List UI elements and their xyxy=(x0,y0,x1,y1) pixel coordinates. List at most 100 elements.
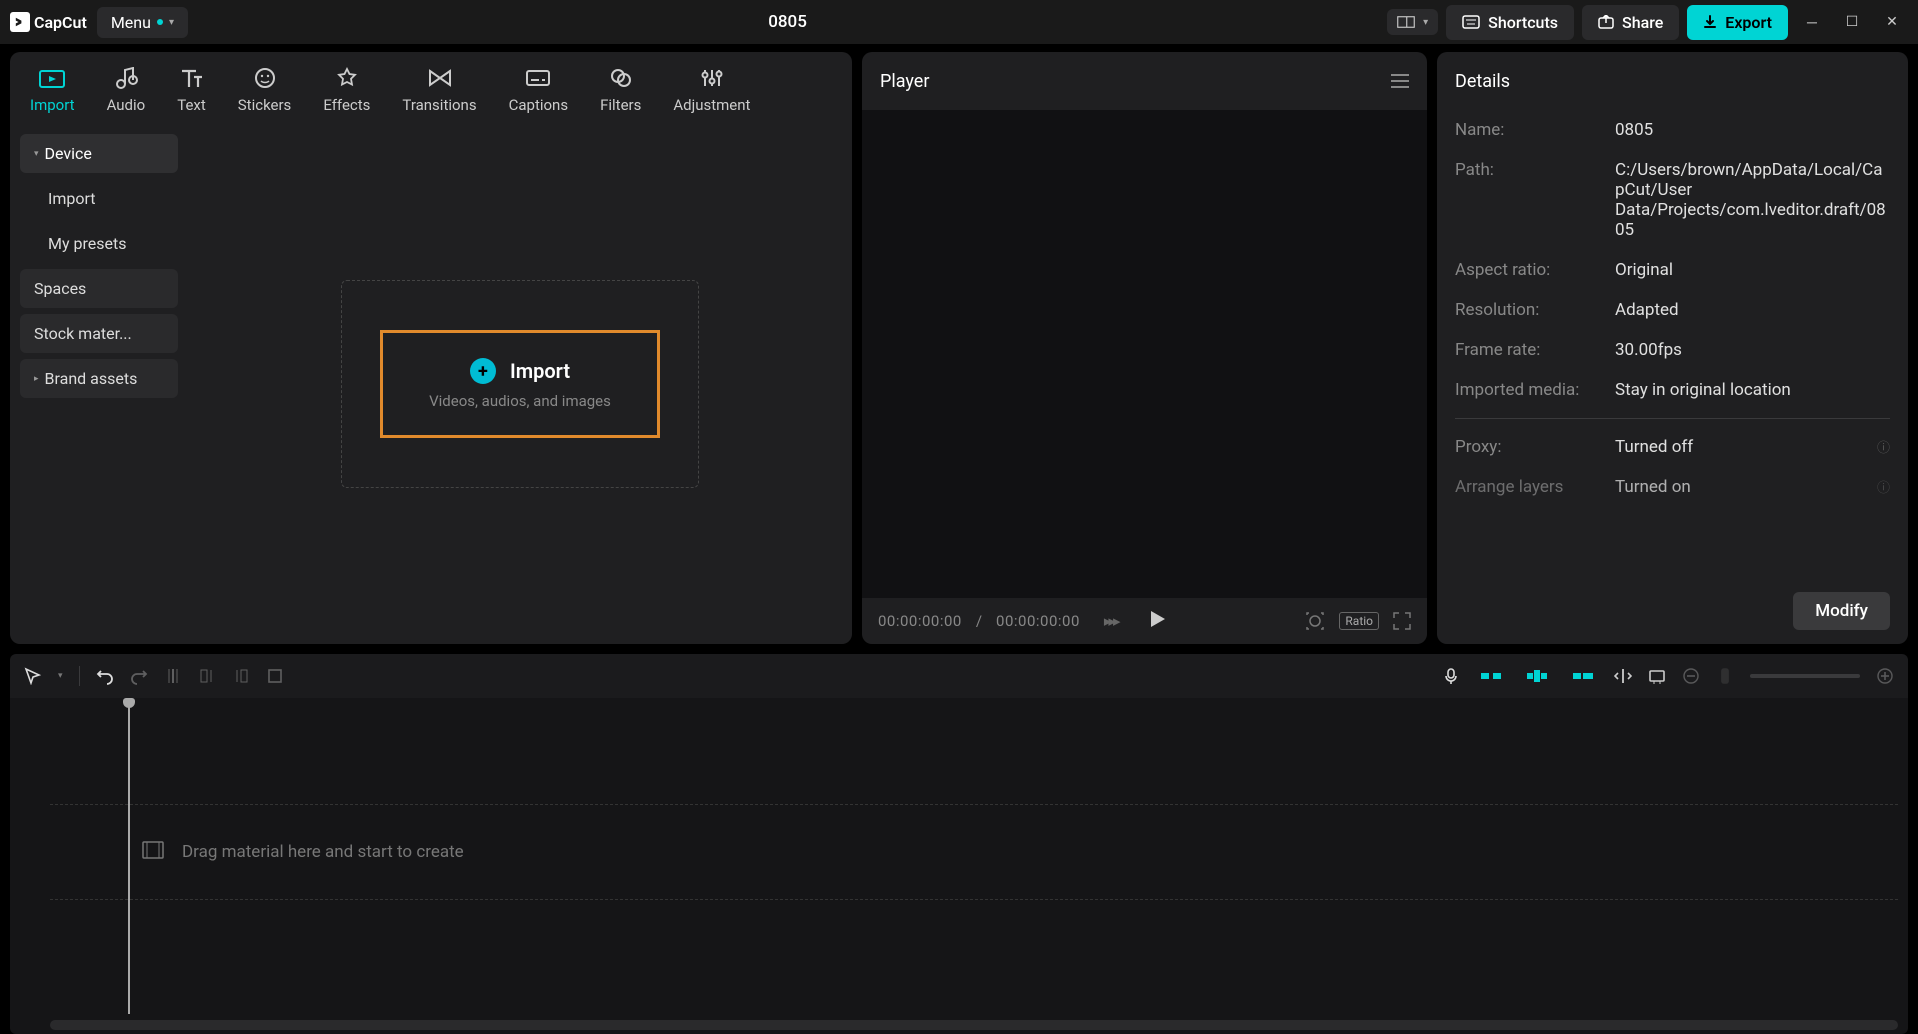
details-body: Name:0805 Path:C:/Users/brown/AppData/Lo… xyxy=(1437,110,1908,507)
tab-label: Captions xyxy=(509,96,568,114)
expand-down-icon: ▾ xyxy=(34,149,39,159)
tab-adjustment[interactable]: Adjustment xyxy=(673,66,750,114)
zoom-slider[interactable] xyxy=(1750,674,1860,678)
fullscreen-button[interactable] xyxy=(1393,612,1411,630)
modify-button[interactable]: Modify xyxy=(1793,592,1890,630)
import-drop-row: + Import xyxy=(470,358,570,384)
window-minimize-button[interactable]: ─ xyxy=(1796,6,1828,38)
menu-button[interactable]: Menu ▾ xyxy=(97,7,188,38)
snap-all-button[interactable] xyxy=(1522,665,1552,687)
tab-captions[interactable]: Captions xyxy=(509,66,568,114)
window-maximize-button[interactable]: ☐ xyxy=(1836,6,1868,38)
auto-snap-button[interactable] xyxy=(1614,667,1632,685)
tab-transitions[interactable]: Transitions xyxy=(402,66,476,114)
layout-preset-button[interactable]: ▾ xyxy=(1387,9,1438,35)
split-button[interactable] xyxy=(164,667,182,685)
capcut-icon xyxy=(10,12,30,32)
import-subtitle: Videos, audios, and images xyxy=(429,392,611,410)
sidebar-item-my-presets[interactable]: My presets xyxy=(20,224,178,263)
player-ratio-button[interactable]: Ratio xyxy=(1339,612,1379,630)
sidebar-item-import[interactable]: Import xyxy=(20,179,178,218)
import-tab-icon xyxy=(39,66,65,90)
sidebar-item-brand-assets[interactable]: ▸ Brand assets xyxy=(20,359,178,398)
player-menu-button[interactable] xyxy=(1391,74,1409,88)
tab-label: Filters xyxy=(600,96,641,114)
share-icon xyxy=(1598,15,1614,29)
player-time-total: 00:00:00:00 xyxy=(996,612,1080,630)
info-icon[interactable]: ⓘ xyxy=(1877,477,1890,497)
timeline-scrollbar[interactable] xyxy=(50,1020,1898,1030)
timeline[interactable]: Drag material here and start to create xyxy=(10,698,1908,1034)
player-focus-button[interactable] xyxy=(1305,611,1325,631)
import-drop-outline[interactable]: + Import Videos, audios, and images xyxy=(341,280,699,488)
filters-tab-icon xyxy=(608,66,634,90)
media-tabs: Import Audio Text Stickers Effects Trans… xyxy=(10,52,852,124)
details-panel: Details Name:0805 Path:C:/Users/brown/Ap… xyxy=(1437,52,1908,644)
trim-left-button[interactable] xyxy=(198,667,216,685)
titlebar: CapCut Menu ▾ 0805 ▾ Shortcuts Share Exp… xyxy=(0,0,1918,44)
tab-stickers[interactable]: Stickers xyxy=(238,66,292,114)
effects-tab-icon xyxy=(334,66,360,90)
zoom-out-button[interactable] xyxy=(1682,667,1700,685)
media-body: ▾ Device Import My presets Spaces Stock … xyxy=(10,124,852,644)
tab-import[interactable]: Import xyxy=(30,66,75,114)
shortcuts-button[interactable]: Shortcuts xyxy=(1446,5,1574,40)
media-panel: Import Audio Text Stickers Effects Trans… xyxy=(10,52,852,644)
transitions-tab-icon xyxy=(427,66,453,90)
timeline-tracks: Drag material here and start to create xyxy=(50,758,1898,900)
voiceover-button[interactable] xyxy=(1442,667,1460,685)
details-title: Details xyxy=(1455,71,1510,92)
player-controls-bar: 00:00:00:00 / 00:00:00:00 ▸▸▸ Ratio xyxy=(862,598,1427,644)
tab-label: Text xyxy=(177,96,206,114)
tab-label: Audio xyxy=(107,96,146,114)
tab-label: Import xyxy=(30,96,75,114)
sidebar-label: Device xyxy=(45,144,92,163)
keyboard-icon xyxy=(1462,15,1480,29)
info-icon[interactable]: ⓘ xyxy=(1877,437,1890,457)
export-button[interactable]: Export xyxy=(1687,5,1788,40)
timeline-drop-track[interactable]: Drag material here and start to create xyxy=(50,804,1898,900)
player-speed-icon[interactable]: ▸▸▸ xyxy=(1104,612,1118,630)
detail-frame-rate: Frame rate:30.00fps xyxy=(1455,330,1890,370)
menu-notification-dot-icon xyxy=(157,19,163,25)
player-header: Player xyxy=(862,52,1427,110)
tab-audio[interactable]: Audio xyxy=(107,66,146,114)
import-zone: + Import Videos, audios, and images xyxy=(188,124,852,644)
zoom-in-button[interactable] xyxy=(1876,667,1894,685)
snap-main-track-button[interactable] xyxy=(1476,665,1506,687)
share-label: Share xyxy=(1622,13,1663,32)
tab-text[interactable]: Text xyxy=(177,66,206,114)
zoom-slider-handle[interactable] xyxy=(1716,667,1734,685)
detail-arrange-layers: Arrange layersTurned onⓘ xyxy=(1455,467,1890,507)
sidebar-item-stock-materials[interactable]: Stock mater... xyxy=(20,314,178,353)
trim-right-button[interactable] xyxy=(232,667,250,685)
detail-aspect-ratio: Aspect ratio:Original xyxy=(1455,250,1890,290)
plus-icon: + xyxy=(470,358,496,384)
share-button[interactable]: Share xyxy=(1582,5,1679,40)
shortcuts-label: Shortcuts xyxy=(1488,13,1558,32)
titlebar-right: ▾ Shortcuts Share Export ─ ☐ ✕ xyxy=(1387,5,1908,40)
tab-effects[interactable]: Effects xyxy=(323,66,370,114)
crop-button[interactable] xyxy=(266,667,284,685)
sidebar-item-spaces[interactable]: Spaces xyxy=(20,269,178,308)
sidebar-item-device[interactable]: ▾ Device xyxy=(20,134,178,173)
magnet-button[interactable] xyxy=(1568,665,1598,687)
details-header: Details xyxy=(1437,52,1908,110)
media-side-list: ▾ Device Import My presets Spaces Stock … xyxy=(10,124,188,644)
menu-label: Menu xyxy=(111,13,151,32)
play-button[interactable] xyxy=(1151,611,1165,631)
app-name: CapCut xyxy=(34,13,87,32)
selection-tool-dropdown[interactable]: ▾ xyxy=(58,671,63,681)
preview-axis-button[interactable] xyxy=(1648,667,1666,685)
details-separator xyxy=(1455,418,1890,419)
player-stage xyxy=(862,110,1427,598)
app-logo: CapCut xyxy=(10,12,87,32)
tab-label: Adjustment xyxy=(673,96,750,114)
redo-button[interactable] xyxy=(130,667,148,685)
undo-button[interactable] xyxy=(96,667,114,685)
selection-tool-button[interactable] xyxy=(24,667,42,685)
import-drop-box[interactable]: + Import Videos, audios, and images xyxy=(380,330,660,438)
export-label: Export xyxy=(1725,13,1772,32)
window-close-button[interactable]: ✕ xyxy=(1876,6,1908,38)
tab-filters[interactable]: Filters xyxy=(600,66,641,114)
